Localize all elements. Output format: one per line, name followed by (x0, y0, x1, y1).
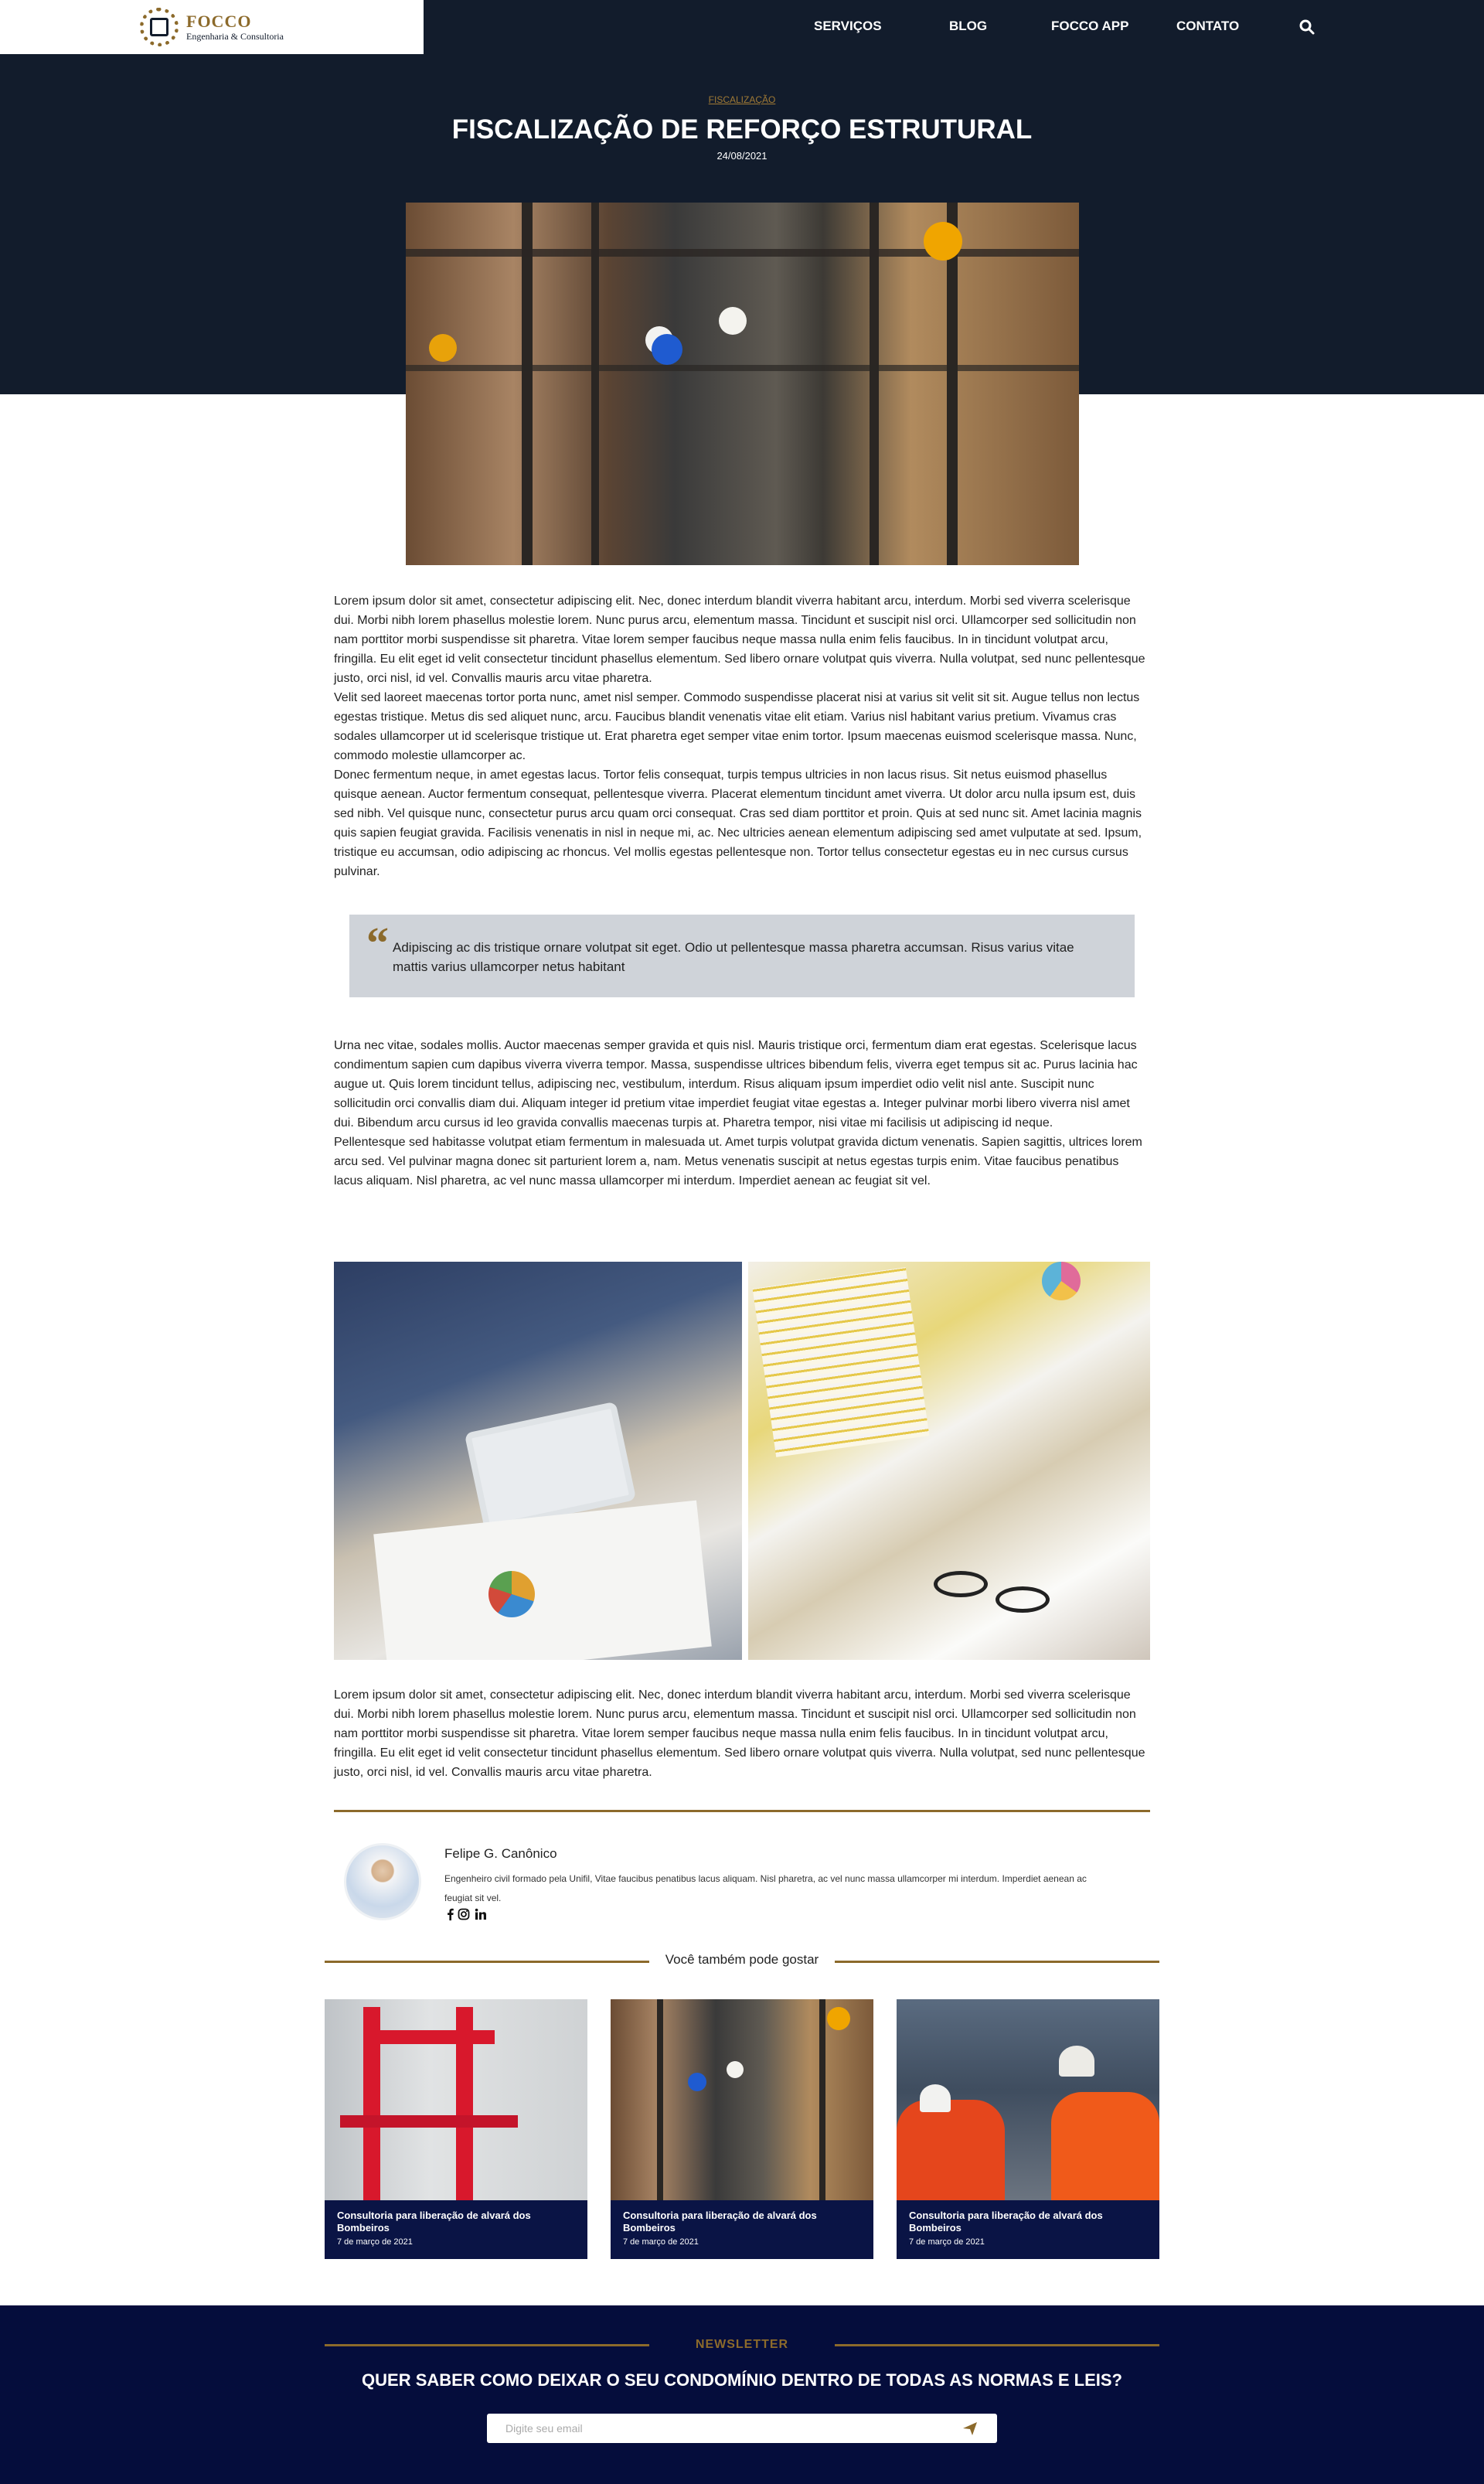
article-closing: Lorem ipsum dolor sit amet, consectetur … (334, 1685, 1150, 1782)
card-title: Consultoria para liberação de alvará dos… (623, 2210, 817, 2234)
nav-contato[interactable]: CONTATO (1176, 19, 1239, 34)
author-divider (334, 1810, 1150, 1812)
logo-name: FOCCO (186, 12, 252, 31)
post-category: FISCALIZAÇÃO (0, 93, 1484, 107)
category-link[interactable]: FISCALIZAÇÃO (709, 94, 776, 105)
send-icon[interactable] (962, 2420, 979, 2437)
author-name: Felipe G. Canônico (444, 1846, 557, 1861)
meeting-image (334, 1262, 742, 1660)
paragraph: Urna nec vitae, sodales mollis. Auctor m… (334, 1039, 1138, 1130)
newsletter-divider-right (835, 2344, 1159, 2346)
article-intro: Lorem ipsum dolor sit amet, consectetur … (334, 591, 1150, 881)
avatar (344, 1843, 421, 1920)
article-middle: Urna nec vitae, sodales mollis. Auctor m… (334, 1036, 1150, 1191)
logo[interactable]: FOCCO Engenharia & Consultoria (0, 0, 424, 54)
blockquote: “ Adipiscing ac dis tristique ornare vol… (349, 915, 1135, 997)
related-divider-right (835, 1961, 1159, 1963)
related-card[interactable]: Consultoria para liberação de alvará dos… (325, 1999, 587, 2259)
paragraph: Donec fermentum neque, in amet egestas l… (334, 768, 1142, 878)
card-caption: Consultoria para liberação de alvará dos… (897, 2200, 1159, 2259)
author-bio: Engenheiro civil formado pela Unifil, Vi… (444, 1873, 1087, 1903)
card-title: Consultoria para liberação de alvará dos… (337, 2210, 531, 2234)
nav-focco-app[interactable]: FOCCO APP (1051, 19, 1128, 34)
paragraph: Pellentesque sed habitasse volutpat etia… (334, 1136, 1142, 1187)
card-date: 7 de março de 2021 (909, 2237, 985, 2247)
related-card[interactable]: Consultoria para liberação de alvará dos… (897, 1999, 1159, 2259)
card-image (325, 1999, 587, 2200)
linkedin-icon[interactable] (475, 1908, 487, 1920)
card-caption: Consultoria para liberação de alvará dos… (325, 2200, 587, 2259)
related-heading: Você também pode gostar (665, 1952, 819, 1967)
page-title: FISCALIZAÇÃO DE REFORÇO ESTRUTURAL (451, 114, 1033, 145)
search-icon[interactable] (1298, 19, 1316, 36)
card-caption: Consultoria para liberação de alvará dos… (611, 2200, 873, 2259)
facebook-icon[interactable] (444, 1908, 457, 1920)
paragraph: Velit sed laoreet maecenas tortor porta … (334, 691, 1140, 762)
nav-blog[interactable]: BLOG (949, 19, 987, 34)
card-image (897, 1999, 1159, 2200)
newsletter-label: NEWSLETTER (695, 2338, 789, 2351)
hero-image (406, 203, 1079, 565)
nav-servicos[interactable]: SERVIÇOS (814, 19, 882, 34)
instagram-icon[interactable] (458, 1908, 470, 1920)
quote-icon: “ (366, 918, 389, 968)
newsletter-section: NEWSLETTER QUER SABER COMO DEIXAR O SEU … (0, 2305, 1484, 2484)
paragraph: Lorem ipsum dolor sit amet, consectetur … (334, 1688, 1145, 1779)
logo-tagline: Engenharia & Consultoria (186, 31, 284, 42)
email-field[interactable] (487, 2414, 997, 2443)
card-title: Consultoria para liberação de alvará dos… (909, 2210, 1103, 2234)
post-date: 24/08/2021 (716, 150, 768, 162)
logo-gear-icon (140, 8, 179, 46)
quote-text: Adipiscing ac dis tristique ornare volut… (393, 940, 1074, 974)
newsletter-heading: QUER SABER COMO DEIXAR O SEU CONDOMÍNIO … (362, 2370, 1122, 2390)
documents-image (748, 1262, 1150, 1660)
card-image (611, 1999, 873, 2200)
card-date: 7 de março de 2021 (623, 2237, 699, 2247)
related-card[interactable]: Consultoria para liberação de alvará dos… (611, 1999, 873, 2259)
card-date: 7 de março de 2021 (337, 2237, 413, 2247)
paragraph: Lorem ipsum dolor sit amet, consectetur … (334, 595, 1145, 685)
